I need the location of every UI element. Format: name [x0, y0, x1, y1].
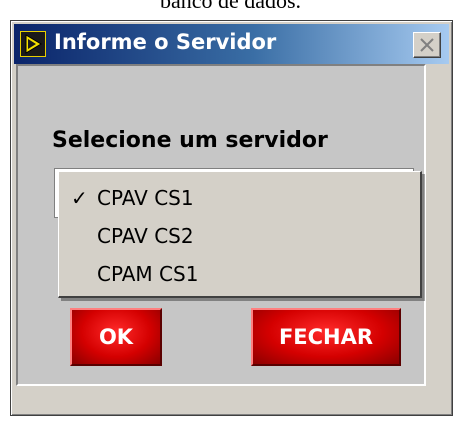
title-bar[interactable]: Informe o Servidor [14, 24, 449, 64]
page-caption: banco de dados. [159, 0, 302, 13]
close-button[interactable] [413, 32, 441, 58]
labview-run-icon [20, 31, 46, 57]
check-icon: ✓ [71, 186, 88, 210]
option-label: CPAV CS2 [97, 224, 194, 248]
option-label: CPAM CS1 [97, 262, 199, 286]
dropdown-option-cpam-cs1[interactable]: CPAM CS1 [59, 256, 420, 292]
close-icon [420, 38, 434, 52]
fechar-button[interactable]: FECHAR [251, 308, 401, 366]
server-select-label: Selecione um servidor [52, 128, 328, 153]
server-dropdown-list: ✓ CPAV CS1 CPAV CS2 CPAM CS1 [58, 171, 422, 298]
window-title: Informe o Servidor [54, 30, 277, 54]
ok-button[interactable]: OK [70, 308, 162, 366]
dropdown-option-cpav-cs2[interactable]: CPAV CS2 [59, 218, 420, 254]
dropdown-option-cpav-cs1[interactable]: ✓ CPAV CS1 [59, 180, 420, 216]
option-label: CPAV CS1 [97, 186, 194, 210]
